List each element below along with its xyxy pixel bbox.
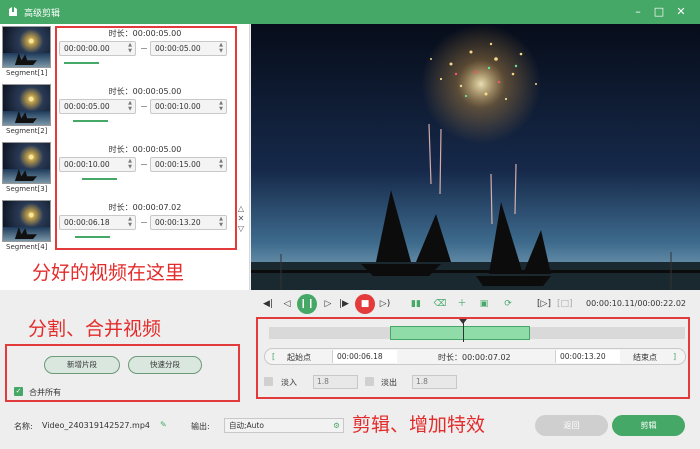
trim-end-field[interactable]: 00:00:13.20 (555, 350, 620, 363)
video-frame (251, 24, 700, 290)
stop-button[interactable]: ■ (355, 294, 375, 314)
fade-out-checkbox[interactable] (365, 377, 374, 386)
back-button[interactable]: 返回 (535, 415, 608, 436)
settings-gear-icon: ⚙ (333, 421, 340, 430)
edit-name-icon[interactable]: ✎ (160, 420, 167, 429)
mark-out-icon[interactable]: [□] (557, 297, 573, 311)
close-icon[interactable]: ✕ (673, 4, 689, 20)
copy-icon[interactable]: ▣ (477, 297, 491, 311)
trim-duration: 时长：00:00:07.02 (438, 353, 511, 362)
segment-thumbnail[interactable] (2, 26, 51, 68)
annotation-box-segments (55, 26, 237, 250)
timeline-selection[interactable] (390, 326, 530, 340)
playhead-marker-icon[interactable] (459, 319, 467, 324)
quick-split-button[interactable]: 快速分段 (128, 356, 202, 374)
playback-controls: ◀| ◁ ❙❙ ▷ |▶ ■ ▷) ▮▮ ⌫ ＋ ▣ ⟳ [▷] [□] 00:… (251, 290, 700, 318)
annotation-split: 分割、合并视频 (28, 318, 162, 340)
skip-end-icon[interactable]: |▶ (337, 297, 351, 311)
app-logo-icon (9, 7, 17, 16)
fade-out-input[interactable]: 1.8 (412, 375, 457, 389)
file-name: Video_240319142527.mp4 (42, 421, 150, 430)
skip-start-icon[interactable]: ◀| (261, 297, 275, 311)
merge-all-label: 合并所有 (29, 388, 61, 397)
bracket-left-icon: [ (272, 352, 276, 361)
window-title: 高级剪辑 (24, 9, 61, 19)
fade-out-label: 淡出 (381, 378, 397, 387)
minimize-icon[interactable]: – (630, 4, 646, 20)
trim-row: [ 起始点 00:00:06.18 时长：00:00:07.02 00:00:1… (264, 348, 686, 365)
title-bar: 高级剪辑 – □ ✕ (0, 0, 700, 24)
fade-in-checkbox[interactable] (264, 377, 273, 386)
segment-label: Segment[1] (6, 69, 48, 77)
advanced-edit-window: 高级剪辑 – □ ✕ Segment[1] 时长：00:00:05.00 00:… (0, 0, 700, 449)
timecode: 00:00:10.11/00:00:22.02 (586, 299, 686, 308)
cut-button[interactable]: 剪辑 (612, 415, 685, 436)
start-point-label[interactable]: 起始点 (287, 352, 311, 363)
refresh-icon[interactable]: ⟳ (501, 297, 515, 311)
segment-label: Segment[2] (6, 127, 48, 135)
segment-thumbnail[interactable] (2, 84, 51, 126)
mark-in-icon[interactable]: [▷] (537, 297, 551, 311)
segment-thumbnail[interactable] (2, 200, 51, 242)
maximize-icon[interactable]: □ (651, 4, 667, 20)
trim-start-field[interactable]: 00:00:06.18 (332, 350, 397, 363)
end-point-label[interactable]: 结束点 (633, 352, 657, 363)
segment-label: Segment[4] (6, 243, 48, 251)
volume-icon[interactable]: ▷) (378, 297, 392, 311)
fade-in-label: 淡入 (281, 378, 297, 387)
output-select[interactable]: 自动;Auto ⚙ (224, 418, 344, 433)
annotation-edit: 剪辑、增加特效 (352, 414, 486, 436)
merge-all-checkbox[interactable]: ✓ (14, 387, 23, 396)
step-forward-icon[interactable]: ▷ (321, 297, 335, 311)
segment-thumbnail[interactable] (2, 142, 51, 184)
output-label: 输出: (191, 422, 210, 431)
pause-button[interactable]: ❙❙ (297, 294, 317, 314)
add-icon[interactable]: ＋ (455, 297, 469, 311)
delete-icon[interactable]: ⌫ (433, 297, 447, 311)
step-back-icon[interactable]: ◁ (280, 297, 294, 311)
name-label: 名称: (14, 422, 33, 431)
new-segment-button[interactable]: 新增片段 (44, 356, 120, 374)
bracket-right-icon: ] (673, 352, 677, 361)
fade-in-input[interactable]: 1.8 (313, 375, 358, 389)
split-icon[interactable]: ▮▮ (409, 297, 423, 311)
video-preview[interactable] (251, 24, 700, 290)
annotation-segments: 分好的视频在这里 (32, 262, 185, 284)
segment-label: Segment[3] (6, 185, 48, 193)
